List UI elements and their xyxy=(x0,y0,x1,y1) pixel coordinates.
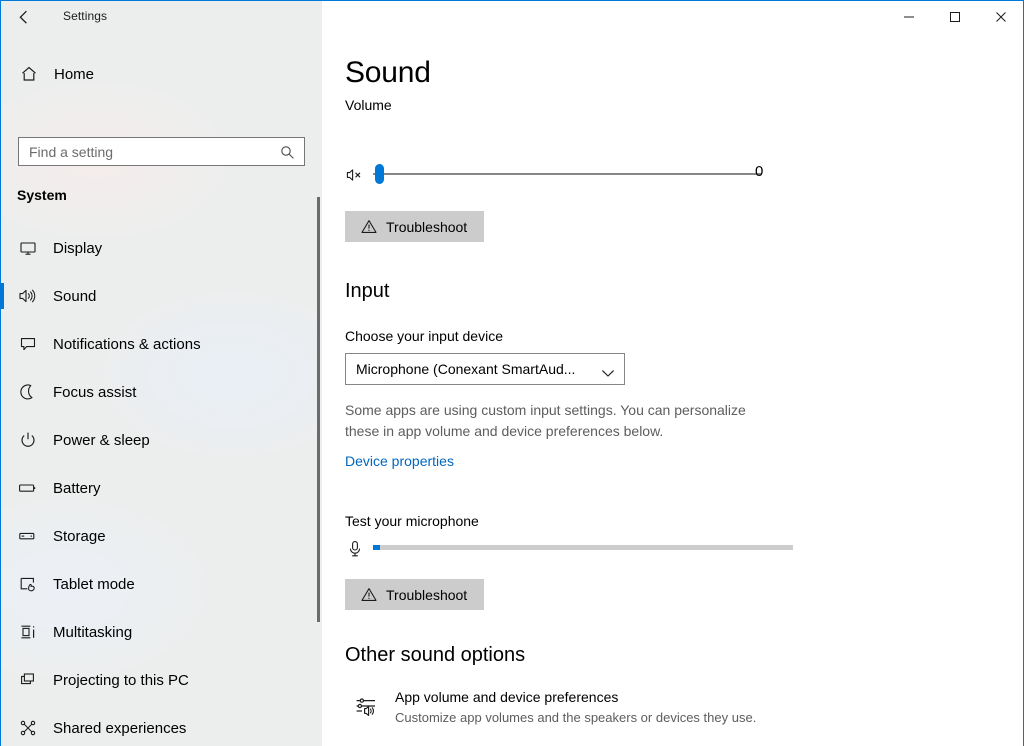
volume-slider-track[interactable] xyxy=(373,173,761,175)
sidebar-group-title: System xyxy=(17,187,67,203)
sidebar-item-home[interactable]: Home xyxy=(1,58,301,90)
choose-input-device-label: Choose your input device xyxy=(345,328,503,344)
app-volume-mixer-icon xyxy=(353,693,379,719)
sidebar-item-storage-label: Storage xyxy=(53,527,106,545)
main-content: Sound Volume 0 Troubleshoot Input Choose… xyxy=(322,32,1023,746)
sidebar-item-power-and-sleep[interactable]: Power & sleep xyxy=(1,416,322,464)
minimize-icon xyxy=(904,16,914,17)
sidebar-item-focus-assist[interactable]: Focus assist xyxy=(1,368,322,416)
microphone-meter-level xyxy=(373,545,380,550)
monitor-icon xyxy=(17,239,39,257)
sidebar-item-power-and-sleep-label: Power & sleep xyxy=(53,431,150,449)
output-troubleshoot-button[interactable]: Troubleshoot xyxy=(345,211,484,242)
close-icon xyxy=(996,11,1006,22)
warning-triangle-icon xyxy=(361,587,377,602)
search-input[interactable] xyxy=(29,143,269,160)
other-sound-options-heading: Other sound options xyxy=(345,644,526,666)
sidebar-item-storage[interactable]: Storage xyxy=(1,512,322,560)
storage-icon xyxy=(17,527,39,545)
sidebar-item-tablet-mode-label: Tablet mode xyxy=(53,575,135,593)
sidebar-item-sound-label: Sound xyxy=(53,287,97,305)
chat-bubble-icon xyxy=(17,335,39,353)
moon-icon xyxy=(17,383,39,401)
input-device-selected-value: Microphone (Conexant SmartAud... xyxy=(356,361,576,377)
volume-slider[interactable] xyxy=(345,162,775,188)
sidebar-item-tablet-mode[interactable]: Tablet mode xyxy=(1,560,322,608)
sidebar: Home System xyxy=(1,32,322,746)
close-button[interactable] xyxy=(978,1,1023,32)
microphone-meter-track xyxy=(373,545,793,550)
tablet-hand-icon xyxy=(17,575,39,593)
microphone-icon xyxy=(345,539,365,559)
sidebar-item-display[interactable]: Display xyxy=(1,224,322,272)
sidebar-item-multitasking[interactable]: Multitasking xyxy=(1,608,322,656)
sidebar-item-notifications-label: Notifications & actions xyxy=(53,335,201,353)
sidebar-nav-list: Display Sound Notifications & actions Fo… xyxy=(1,224,322,746)
volume-label: Volume xyxy=(345,97,392,113)
device-properties-link[interactable]: Device properties xyxy=(345,453,454,469)
power-icon xyxy=(17,431,39,449)
page-title: Sound xyxy=(345,56,431,89)
sidebar-item-battery-label: Battery xyxy=(53,479,101,497)
search-icon[interactable] xyxy=(278,143,296,161)
back-button[interactable] xyxy=(8,2,46,32)
input-troubleshoot-button[interactable]: Troubleshoot xyxy=(345,579,484,610)
volume-value: 0 xyxy=(755,163,764,180)
search-box[interactable] xyxy=(18,137,305,166)
projecting-icon xyxy=(17,671,39,689)
speaker-icon xyxy=(17,287,39,305)
shared-icon xyxy=(17,719,39,737)
sidebar-item-sound[interactable]: Sound xyxy=(1,272,322,320)
battery-icon xyxy=(17,479,39,497)
app-volume-subtitle: Customize app volumes and the speakers o… xyxy=(395,710,757,725)
volume-slider-thumb[interactable] xyxy=(375,164,384,184)
multitasking-icon xyxy=(17,623,39,641)
app-volume-and-device-preferences-link[interactable]: App volume and device preferences Custom… xyxy=(345,685,805,729)
settings-window: Settings Home Find a setting System Disp… xyxy=(0,0,1024,746)
test-microphone-label: Test your microphone xyxy=(345,513,479,529)
sidebar-item-home-label: Home xyxy=(54,65,95,83)
speaker-muted-icon[interactable] xyxy=(345,165,365,185)
sidebar-item-projecting-to-this-pc[interactable]: Projecting to this PC xyxy=(1,656,322,704)
app-volume-title: App volume and device preferences xyxy=(395,689,619,705)
chevron-down-icon xyxy=(601,365,615,383)
sidebar-item-projecting-label: Projecting to this PC xyxy=(53,671,189,689)
sidebar-item-display-label: Display xyxy=(53,239,103,257)
sidebar-item-shared-experiences[interactable]: Shared experiences xyxy=(1,704,322,746)
title-bar: Settings xyxy=(1,1,1023,32)
microphone-level-meter xyxy=(345,537,793,561)
warning-triangle-icon xyxy=(361,219,377,234)
sidebar-item-focus-assist-label: Focus assist xyxy=(53,383,137,401)
app-title: Settings xyxy=(63,9,108,23)
sidebar-item-shared-experiences-label: Shared experiences xyxy=(53,719,187,737)
maximize-button[interactable] xyxy=(932,1,978,32)
sidebar-item-battery[interactable]: Battery xyxy=(1,464,322,512)
input-troubleshoot-label: Troubleshoot xyxy=(386,586,468,603)
selection-indicator xyxy=(1,283,4,309)
sidebar-item-multitasking-label: Multitasking xyxy=(53,623,133,641)
home-icon xyxy=(17,65,41,83)
input-device-select[interactable]: Microphone (Conexant SmartAud... xyxy=(345,353,625,385)
sidebar-item-notifications-and-actions[interactable]: Notifications & actions xyxy=(1,320,322,368)
title-bar-left-pane xyxy=(1,1,322,32)
input-description: Some apps are using custom input setting… xyxy=(345,402,746,439)
input-section-heading: Input xyxy=(345,280,390,302)
back-arrow-icon xyxy=(18,10,27,24)
maximize-icon xyxy=(950,11,960,22)
minimize-button[interactable] xyxy=(886,1,932,32)
output-troubleshoot-label: Troubleshoot xyxy=(386,218,468,235)
sidebar-scrollbar[interactable] xyxy=(317,197,320,622)
